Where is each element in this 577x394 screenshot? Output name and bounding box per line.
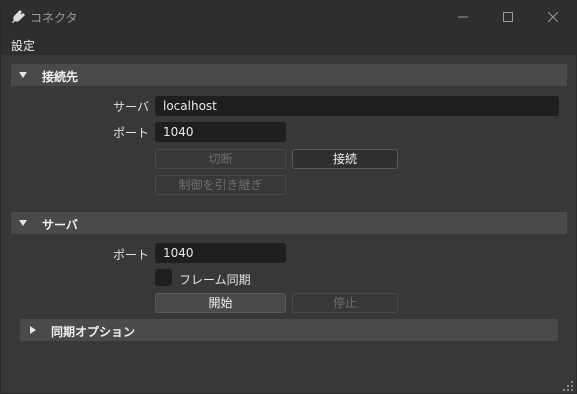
section-server-header[interactable]: サーバ <box>11 212 567 234</box>
menu-bar: 設定 <box>1 33 576 55</box>
maximize-icon <box>503 12 513 22</box>
minimize-button[interactable] <box>440 1 486 33</box>
frame-sync-checkbox[interactable] <box>155 269 172 286</box>
close-button[interactable] <box>530 1 576 33</box>
section-connection-title: 接続先 <box>42 70 79 84</box>
title-bar[interactable]: コネクタ <box>1 1 576 33</box>
chevron-down-icon <box>16 212 30 234</box>
port-label: ポート <box>112 126 149 140</box>
takeover-control-button[interactable]: 制御を引き継ぎ <box>155 175 286 195</box>
server-input[interactable]: localhost <box>155 96 559 116</box>
resize-grip-icon[interactable] <box>563 380 573 391</box>
section-connection-header[interactable]: 接続先 <box>11 64 567 86</box>
server-label: サーバ <box>113 100 149 114</box>
section-sync-options-title: 同期オプション <box>51 325 136 339</box>
disconnect-button[interactable]: 切断 <box>155 149 286 169</box>
minimize-icon <box>458 16 468 18</box>
stop-button[interactable]: 停止 <box>292 293 398 313</box>
section-sync-options-header[interactable]: 同期オプション <box>20 319 558 341</box>
plug-icon <box>10 9 26 25</box>
server-port-input[interactable]: 1040 <box>155 243 286 263</box>
window-title: コネクタ <box>30 11 78 25</box>
menu-settings[interactable]: 設定 <box>11 37 35 54</box>
section-server-title: サーバ <box>42 218 78 232</box>
maximize-button[interactable] <box>485 1 531 33</box>
connect-button[interactable]: 接続 <box>292 149 398 169</box>
start-button[interactable]: 開始 <box>155 293 286 313</box>
chevron-right-icon <box>26 319 40 341</box>
frame-sync-label[interactable]: フレーム同期 <box>179 271 251 288</box>
server-port-label: ポート <box>112 248 149 262</box>
port-input[interactable]: 1040 <box>155 122 286 142</box>
chevron-down-icon <box>16 64 30 86</box>
close-icon <box>548 12 558 22</box>
connector-window: コネクタ 設定 接続先 サーバ localhost ポート 1040 切断 接続… <box>0 0 577 394</box>
